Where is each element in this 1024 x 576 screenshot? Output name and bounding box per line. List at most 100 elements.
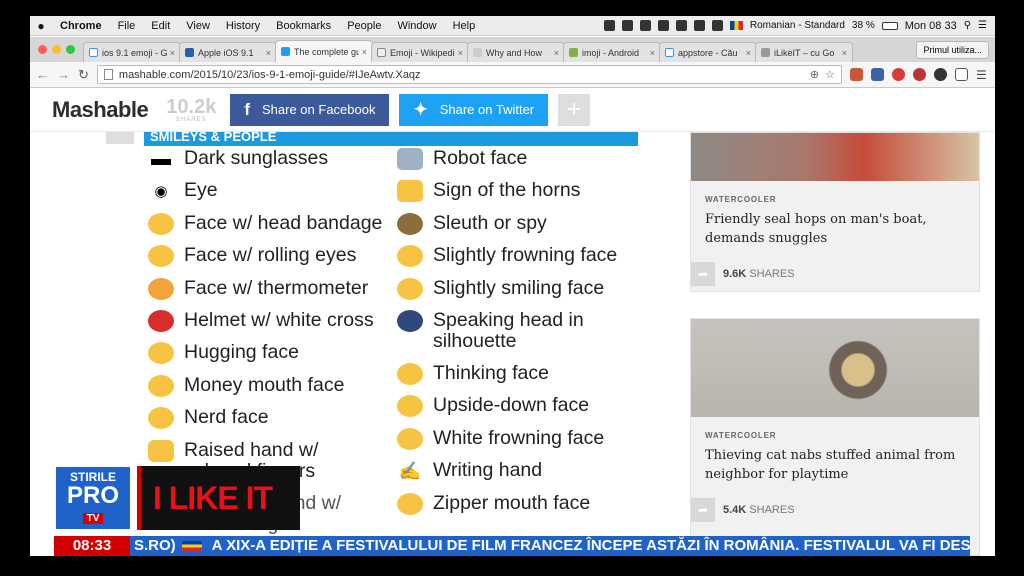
menu-file[interactable]: File [110, 20, 144, 32]
extension-icon[interactable] [871, 68, 884, 81]
thinking-face-icon [397, 362, 423, 385]
raised-hand-icon [148, 439, 174, 462]
menubar-clock[interactable]: Mon 08 33 [905, 20, 957, 32]
omnibox-actions: ⊕ ☆ [810, 68, 835, 81]
story-card[interactable]: WATERCOOLER Friendly seal hops on man's … [690, 132, 980, 292]
close-tab-icon[interactable]: × [554, 48, 559, 58]
bookmark-star-icon[interactable]: ☆ [825, 68, 835, 81]
share-facebook-button[interactable]: f Share on Facebook [230, 93, 390, 126]
wifi-icon[interactable] [693, 20, 705, 31]
profile-button[interactable]: Primul utiliza... [916, 41, 989, 59]
close-window-button[interactable] [38, 45, 47, 54]
gallery-prev-button[interactable] [106, 132, 134, 144]
ticker-text: A XIX-A EDIȚIE A FESTIVALULUI DE FILM FR… [211, 537, 970, 554]
spotlight-icon[interactable]: ⚲ [964, 20, 971, 31]
site-icon [185, 48, 194, 57]
keyboard-flag-icon[interactable] [729, 21, 743, 30]
slightly-smiling-face-icon [397, 277, 423, 300]
story-share-label: SHARES [749, 504, 795, 516]
close-tab-icon[interactable]: × [170, 48, 175, 58]
menu-bookmarks[interactable]: Bookmarks [268, 20, 339, 32]
tab-imoji-android[interactable]: imoji - Android × [563, 42, 661, 62]
share-twitter-label: Share on Twitter [439, 102, 535, 117]
notification-center-icon[interactable]: ☰ [978, 20, 987, 31]
forward-arrow-icon[interactable]: → [57, 67, 70, 82]
close-tab-icon[interactable]: × [362, 47, 367, 57]
list-item: Sleuth or spy [397, 212, 617, 245]
battery-icon[interactable] [881, 21, 898, 30]
story-kicker[interactable]: WATERCOOLER [691, 417, 979, 440]
share-arrow-icon[interactable]: ➦ [691, 262, 715, 286]
share-arrow-icon[interactable]: ➦ [691, 498, 715, 522]
page-info-icon[interactable] [103, 69, 113, 80]
section-heading: SMILEYS & PEOPLE [144, 132, 638, 146]
mashable-logo[interactable]: Mashable [52, 97, 149, 123]
extension-icon[interactable] [913, 68, 926, 81]
tab-appstore-search[interactable]: appstore - Cău × [659, 42, 757, 62]
tab-wikipedia[interactable]: Emoji - Wikipedia × [371, 42, 469, 62]
menu-app-name[interactable]: Chrome [52, 20, 110, 32]
list-item: Face w/ rolling eyes [148, 245, 382, 277]
url-text[interactable]: mashable.com/2015/10/23/ios-9-1-emoji-gu… [119, 69, 421, 81]
more-share-button[interactable]: + [558, 93, 591, 126]
tab-ilikeit[interactable]: iLikeIT – cu Go × [755, 42, 853, 62]
battery-label[interactable]: 38 % [852, 20, 875, 31]
list-item: ✍ Writing hand [398, 459, 543, 482]
share-twitter-button[interactable]: ✦ Share on Twitter [399, 93, 549, 126]
close-tab-icon[interactable]: × [458, 48, 463, 58]
twitter-icon: ✦ [413, 99, 428, 119]
upside-down-face-icon [397, 395, 423, 418]
logo-sub-text: TV [82, 513, 104, 524]
menu-edit[interactable]: Edit [143, 20, 178, 32]
list-item: Upside-down face [397, 395, 617, 427]
volume-icon[interactable] [711, 20, 723, 31]
menu-help[interactable]: Help [445, 20, 484, 32]
close-tab-icon[interactable]: × [650, 48, 655, 58]
menu-view[interactable]: View [178, 20, 218, 32]
close-tab-icon[interactable]: × [746, 48, 751, 58]
cast-icon[interactable] [955, 68, 968, 81]
zipper-mouth-face-icon [397, 492, 423, 515]
notification-icon[interactable] [603, 20, 615, 31]
apple-menu-icon[interactable]: ● [30, 19, 52, 33]
story-kicker[interactable]: WATERCOOLER [691, 181, 979, 204]
thermometer-face-icon [148, 277, 174, 300]
timemachine-icon[interactable] [657, 20, 669, 31]
sleuth-icon [397, 212, 423, 235]
address-bar[interactable]: mashable.com/2015/10/23/ios-9-1-emoji-gu… [96, 65, 842, 84]
story-title[interactable]: Friendly seal hops on man's boat, demand… [691, 204, 979, 248]
ticker-prefix: S.RO) [134, 537, 176, 554]
tab-why-and-how[interactable]: Why and How × [467, 42, 565, 62]
story-thumbnail[interactable] [691, 133, 979, 181]
logo-main-text: PRO [66, 482, 119, 509]
tab-apple-ios[interactable]: Apple iOS 9.1 × [179, 42, 277, 62]
zoom-icon[interactable]: ⊕ [810, 68, 819, 81]
close-tab-icon[interactable]: × [842, 48, 847, 58]
keyboard-layout-label[interactable]: Romanian - Standard [750, 20, 845, 31]
airplay-icon[interactable] [675, 20, 687, 31]
extension-icon[interactable] [892, 68, 905, 81]
tab-mashable-active[interactable]: The complete guide× [275, 40, 373, 62]
story-title[interactable]: Thieving cat nabs stuffed animal from ne… [691, 440, 979, 484]
list-item: Sign of the horns [397, 180, 617, 212]
extension-icons: ☰ [850, 68, 989, 82]
menu-window[interactable]: Window [389, 20, 444, 32]
extension-icon[interactable] [850, 68, 863, 81]
zoom-window-button[interactable] [66, 45, 75, 54]
skype-icon[interactable] [621, 20, 633, 31]
extension-icon[interactable] [934, 68, 947, 81]
tab-google-search[interactable]: ios 9.1 emoji - Google× [83, 42, 181, 62]
chrome-menu-icon[interactable]: ☰ [976, 68, 989, 82]
story-thumbnail[interactable] [691, 319, 979, 417]
story-card[interactable]: WATERCOOLER Thieving cat nabs stuffed an… [690, 318, 980, 556]
close-tab-icon[interactable]: × [266, 48, 271, 58]
reload-icon[interactable]: ↻ [78, 67, 89, 83]
helmet-cross-icon [148, 309, 174, 332]
hugging-face-icon [148, 342, 174, 365]
back-arrow-icon[interactable]: ← [36, 67, 49, 82]
menu-people[interactable]: People [339, 20, 389, 32]
show-title-banner: I LIKE IT [137, 466, 300, 530]
cloud-icon[interactable] [639, 20, 651, 31]
menu-history[interactable]: History [218, 20, 268, 32]
minimize-window-button[interactable] [52, 45, 61, 54]
